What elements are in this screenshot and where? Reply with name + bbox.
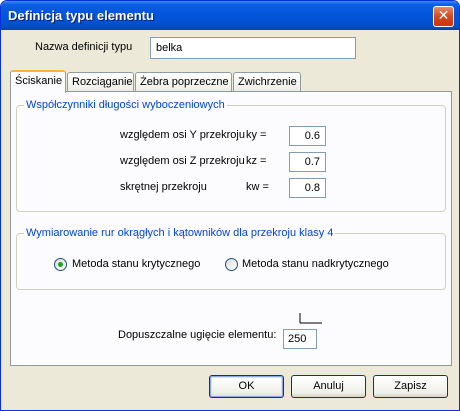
buckling-group-title: Współczynniki długości wyboczeniowych xyxy=(24,99,227,111)
tab-rozciaganie[interactable]: Rozciąganie xyxy=(67,72,134,92)
name-field-label: Nazwa definicji typu xyxy=(35,41,133,53)
cancel-button[interactable]: Anuluj xyxy=(291,375,366,398)
ok-button[interactable]: OK xyxy=(209,375,284,398)
radio-critical-state-label[interactable]: Metoda stanu krytycznego xyxy=(72,258,200,270)
dimension-group-title: Wymiarowanie rur okrągłych i kątowników … xyxy=(24,227,336,239)
deflection-input[interactable]: 250 xyxy=(283,329,317,349)
deflection-symbol-icon xyxy=(299,313,322,324)
dialog-client: Nazwa definicji typu belka Ściskanie Roz… xyxy=(4,30,456,408)
tab-panel-sciskanie: Współczynniki długości wyboczeniowych wz… xyxy=(10,91,452,366)
coef-label-y: względem osi Y przekroju xyxy=(120,129,245,141)
name-input[interactable]: belka xyxy=(150,37,356,59)
radio-selected-dot xyxy=(58,262,63,267)
coef-symbol-ky: ky = xyxy=(246,129,267,141)
kz-input[interactable]: 0.7 xyxy=(289,152,326,172)
buckling-group: Współczynniki długości wyboczeniowych wz… xyxy=(16,99,446,212)
coef-label-z: względem osi Z przekroju xyxy=(120,155,245,167)
coef-label-w: skrętnej przekroju xyxy=(120,181,207,193)
tab-zwichrzenie[interactable]: Zwichrzenie xyxy=(233,72,301,92)
ky-input[interactable]: 0.6 xyxy=(289,126,326,146)
radio-supercritical-state[interactable] xyxy=(225,258,238,271)
save-button[interactable]: Zapisz xyxy=(373,375,448,398)
tab-zebra-poprzeczne[interactable]: Żebra poprzeczne xyxy=(135,72,232,92)
close-icon[interactable]: ✕ xyxy=(433,6,454,27)
radio-supercritical-state-label[interactable]: Metoda stanu nadkrytycznego xyxy=(242,258,389,270)
kw-input[interactable]: 0.8 xyxy=(289,178,326,198)
tab-sciskanie[interactable]: Ściskanie xyxy=(10,70,66,93)
title-bar[interactable]: Definicja typu elementu ✕ xyxy=(1,1,459,30)
radio-critical-state[interactable] xyxy=(54,258,67,271)
dimension-group: Wymiarowanie rur okrągłych i kątowników … xyxy=(16,227,446,290)
coef-symbol-kz: kz = xyxy=(246,155,267,167)
coef-symbol-kw: kw = xyxy=(246,181,269,193)
dialog-window: Definicja typu elementu ✕ Nazwa definicj… xyxy=(0,0,460,411)
window-title: Definicja typu elementu xyxy=(8,8,154,23)
deflection-label: Dopuszczalne ugięcie elementu: xyxy=(118,329,277,341)
